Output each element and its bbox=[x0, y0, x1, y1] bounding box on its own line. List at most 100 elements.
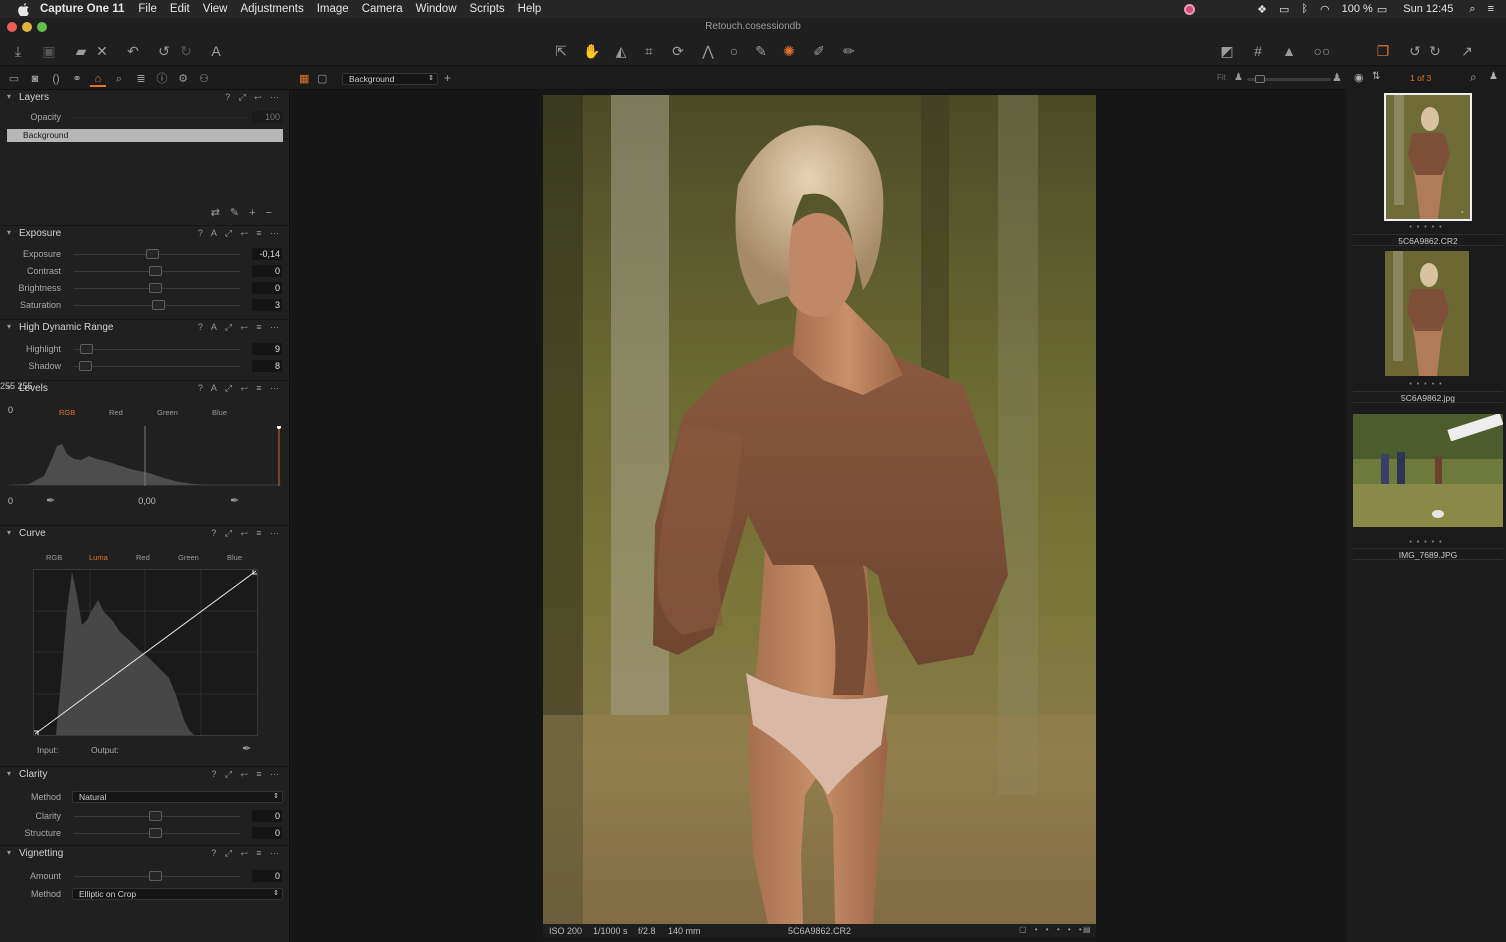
minimize-window-button[interactable] bbox=[22, 22, 32, 32]
collapse-chevron-icon[interactable]: ▾ bbox=[7, 383, 11, 392]
curve-tab-red[interactable]: Red bbox=[136, 553, 150, 562]
thumbnail-3[interactable] bbox=[1353, 414, 1503, 527]
thumbnail-1[interactable] bbox=[1384, 93, 1472, 221]
brightness-slider-knob[interactable] bbox=[149, 283, 162, 293]
color-tab-icon[interactable]: ⚭ bbox=[69, 71, 85, 87]
metadata-tab-icon[interactable]: ⓘ bbox=[154, 71, 170, 87]
clarity-header[interactable]: ▾ Clarity ? ⤢ ↩ ≡ ⋯ bbox=[0, 767, 290, 783]
crop-tool-icon[interactable]: ⌗ bbox=[640, 42, 658, 60]
collapse-chevron-icon[interactable]: ▾ bbox=[7, 848, 11, 857]
add-layer-icon[interactable]: + bbox=[444, 71, 451, 85]
white-point-picker-icon[interactable]: ✒ bbox=[230, 494, 239, 507]
saturation-value[interactable]: 3 bbox=[252, 299, 282, 311]
rotate-right-icon[interactable]: ↻ bbox=[1426, 42, 1444, 60]
grid-view-icon[interactable]: ▦ bbox=[299, 72, 309, 85]
levels-midtone[interactable]: 0,00 bbox=[130, 496, 164, 506]
levels-tab-blue[interactable]: Blue bbox=[212, 408, 227, 417]
color-picker-icon[interactable]: ✎ bbox=[752, 42, 770, 60]
camera-icon[interactable]: ▣ bbox=[40, 42, 58, 60]
close-window-button[interactable] bbox=[7, 22, 17, 32]
single-view-icon[interactable]: ▢ bbox=[317, 72, 327, 85]
thumbnail-2-rating[interactable]: ••••• bbox=[1353, 381, 1503, 389]
layer-options-icon[interactable]: ⇄ bbox=[211, 207, 230, 219]
layers-header[interactable]: ▾ Layers ? ⤢ ↩ ⋯ bbox=[0, 90, 290, 106]
collapse-chevron-icon[interactable]: ▾ bbox=[7, 528, 11, 537]
menu-window[interactable]: Window bbox=[416, 3, 457, 15]
levels-output-low[interactable]: 0 bbox=[8, 496, 38, 506]
menu-view[interactable]: View bbox=[203, 3, 228, 15]
structure-value[interactable]: 0 bbox=[252, 827, 282, 839]
exposure-value[interactable]: -0,14 bbox=[252, 248, 282, 260]
delete-icon[interactable]: ✕ bbox=[93, 42, 111, 60]
undo-icon[interactable]: ↺ bbox=[155, 42, 173, 60]
redo-icon[interactable]: ↻ bbox=[177, 42, 195, 60]
zoom-window-button[interactable] bbox=[37, 22, 47, 32]
copy-adjustments-icon[interactable]: ❐ bbox=[1374, 42, 1392, 60]
clock[interactable]: Sun 12:45 bbox=[1403, 3, 1453, 15]
curve-tab-blue[interactable]: Blue bbox=[227, 553, 242, 562]
shadow-value[interactable]: 8 bbox=[252, 360, 282, 372]
vignetting-amount-value[interactable]: 0 bbox=[252, 870, 282, 882]
menu-image[interactable]: Image bbox=[317, 3, 349, 15]
app-menu[interactable]: Capture One 11 bbox=[40, 3, 124, 15]
text-tool-icon[interactable]: A bbox=[207, 42, 225, 60]
shadow-slider[interactable] bbox=[74, 366, 240, 367]
brush-tool-icon[interactable]: ✺ bbox=[780, 42, 798, 60]
menu-adjustments[interactable]: Adjustments bbox=[240, 3, 303, 15]
spot-removal-icon[interactable]: ○ bbox=[725, 42, 743, 60]
section-actions[interactable]: ? A ⤢ ↩ ≡ ⋯ bbox=[198, 383, 282, 394]
color-tag-icon[interactable]: ▤ bbox=[1083, 925, 1091, 934]
remove-layer-icon[interactable]: − bbox=[266, 207, 282, 219]
main-photo[interactable] bbox=[543, 95, 1096, 924]
apply-adjustments-icon[interactable]: ↗ bbox=[1458, 42, 1476, 60]
contrast-value[interactable]: 0 bbox=[252, 265, 282, 277]
highlight-value[interactable]: 9 bbox=[252, 343, 282, 355]
eraser-tool-icon[interactable]: ✏ bbox=[840, 42, 858, 60]
thumbnail-2[interactable] bbox=[1385, 251, 1469, 376]
dropbox-icon[interactable]: ❖ bbox=[1257, 3, 1267, 16]
section-actions[interactable]: ? ⤢ ↩ ≡ ⋯ bbox=[211, 769, 282, 780]
details-tab-icon[interactable]: ⌕ bbox=[111, 71, 127, 87]
zoom-in-person-icon[interactable]: ♟ bbox=[1332, 71, 1342, 84]
saturation-slider-knob[interactable] bbox=[152, 300, 165, 310]
levels-header[interactable]: ▾ Levels ? A ⤢ ↩ ≡ ⋯ bbox=[0, 381, 290, 397]
curve-tab-green[interactable]: Green bbox=[178, 553, 199, 562]
layer-select[interactable]: Background ⇕ bbox=[342, 73, 438, 85]
loupe-tool-icon[interactable]: ◭ bbox=[612, 42, 630, 60]
menu-scripts[interactable]: Scripts bbox=[470, 3, 505, 15]
levels-tab-red[interactable]: Red bbox=[109, 408, 123, 417]
structure-slider-knob[interactable] bbox=[149, 828, 162, 838]
collapse-chevron-icon[interactable]: ▾ bbox=[7, 228, 11, 237]
sort-icon[interactable]: ⇅ bbox=[1372, 71, 1380, 82]
wifi-icon[interactable]: ◠ bbox=[1320, 3, 1330, 16]
thumbnail-3-rating[interactable]: ••••• bbox=[1353, 539, 1503, 547]
levels-tab-rgb[interactable]: RGB bbox=[59, 408, 75, 417]
section-actions[interactable]: ? ⤢ ↩ ≡ ⋯ bbox=[211, 528, 282, 539]
collapse-chevron-icon[interactable]: ▾ bbox=[7, 92, 11, 101]
collapse-chevron-icon[interactable]: ▾ bbox=[7, 322, 11, 331]
add-layer-icon[interactable]: + bbox=[249, 207, 265, 219]
opacity-slider[interactable] bbox=[74, 117, 248, 118]
viewer-eye-icon[interactable]: ◉ bbox=[1354, 71, 1364, 84]
spotlight-icon[interactable]: ⌕ bbox=[1469, 3, 1475, 16]
output-tab-icon[interactable]: ⚙ bbox=[175, 71, 191, 87]
opacity-value[interactable]: 100 bbox=[252, 111, 282, 123]
exposure-tab-icon[interactable]: ⌂ bbox=[90, 71, 106, 87]
fit-icon[interactable]: Fit bbox=[1217, 73, 1226, 82]
clarity-value[interactable]: 0 bbox=[252, 810, 282, 822]
select-tool-icon[interactable]: ⇱ bbox=[552, 42, 570, 60]
mask-brush-icon[interactable]: ✐ bbox=[810, 42, 828, 60]
menu-file[interactable]: File bbox=[138, 3, 157, 15]
black-point-picker-icon[interactable]: ✒ bbox=[46, 494, 55, 507]
menu-edit[interactable]: Edit bbox=[170, 3, 190, 15]
shadow-slider-knob[interactable] bbox=[79, 361, 92, 371]
section-actions[interactable]: ? ⤢ ↩ ⋯ bbox=[225, 92, 282, 103]
levels-tab-green[interactable]: Green bbox=[157, 408, 178, 417]
grid-icon[interactable]: # bbox=[1249, 42, 1267, 60]
contrast-slider-knob[interactable] bbox=[149, 266, 162, 276]
rating-dots[interactable]: ▢ • • • • • bbox=[1019, 925, 1085, 934]
brightness-value[interactable]: 0 bbox=[252, 282, 282, 294]
batch-tab-icon[interactable]: ⚇ bbox=[196, 71, 212, 87]
export-folder-icon[interactable]: ▰ bbox=[72, 42, 90, 60]
apple-icon[interactable] bbox=[16, 2, 30, 16]
